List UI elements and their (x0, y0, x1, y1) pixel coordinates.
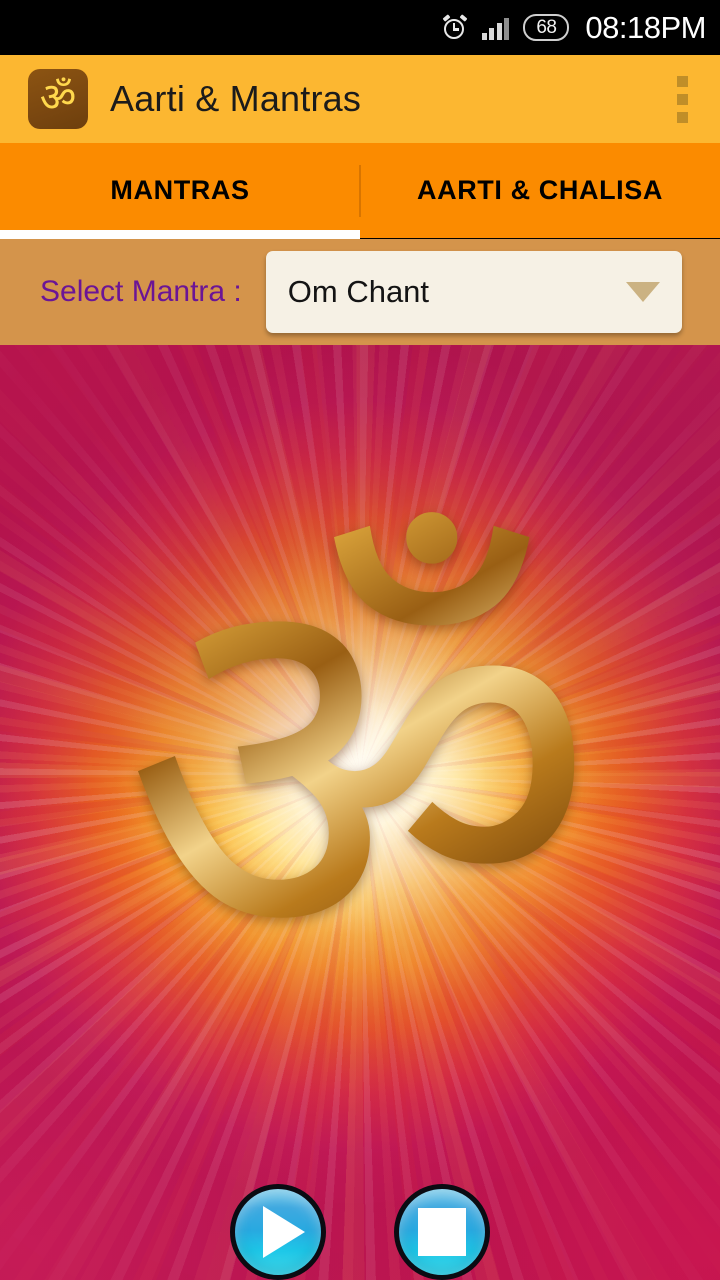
battery-level-badge: 68 (523, 14, 570, 41)
tab-aarti-chalisa[interactable]: AARTI & CHALISA (360, 143, 720, 238)
status-bar-icons: 68 08:18PM (442, 10, 706, 46)
tab-aarti-chalisa-label: AARTI & CHALISA (417, 175, 663, 205)
play-button[interactable] (230, 1184, 326, 1280)
select-mantra-label: Select Mantra : (40, 275, 242, 308)
om-symbol-icon: ॐ (122, 467, 598, 1073)
app-bar: ॐ Aarti & Mantras (0, 55, 720, 143)
status-bar: 68 08:18PM (0, 0, 720, 55)
om-icon-glyph: ॐ (39, 74, 77, 121)
stop-icon (418, 1208, 466, 1256)
cellular-signal-icon (481, 16, 510, 40)
tab-divider (359, 165, 361, 217)
mantra-selector-row: Select Mantra : Om Chant (0, 239, 720, 345)
app-screen: 68 08:18PM ॐ Aarti & Mantras MANTRAS AAR… (0, 0, 720, 1280)
mantra-spinner-value: Om Chant (287, 274, 430, 309)
play-icon (263, 1206, 305, 1258)
active-tab-indicator (0, 230, 360, 239)
mantra-artwork: ॐ (0, 345, 720, 1280)
mantra-spinner[interactable]: Om Chant (265, 251, 682, 333)
stop-button[interactable] (394, 1184, 490, 1280)
page-title: Aarti & Mantras (110, 78, 362, 119)
chevron-down-icon (626, 282, 660, 302)
playback-controls (0, 1184, 720, 1280)
om-app-icon: ॐ (28, 69, 88, 129)
alarm-clock-icon (442, 13, 468, 41)
status-bar-clock: 08:18PM (585, 9, 706, 45)
tab-mantras-label: MANTRAS (110, 175, 250, 205)
tab-mantras[interactable]: MANTRAS (0, 143, 360, 238)
overflow-menu-icon[interactable] (662, 67, 702, 131)
